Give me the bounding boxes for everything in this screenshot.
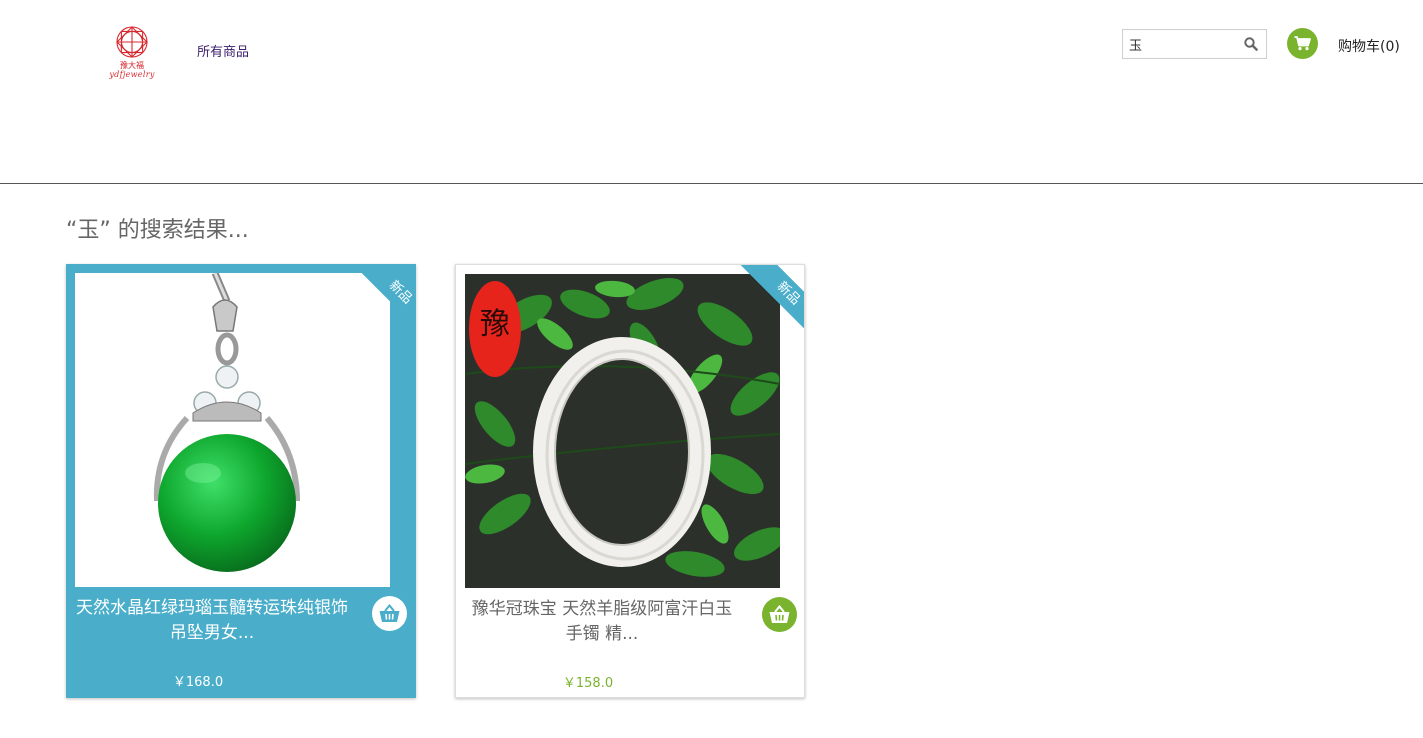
nav-all-products-link[interactable]: 所有商品 [197,41,249,60]
cart-icon [1294,36,1311,51]
logo-brand-text: ydfjewelry [109,70,155,79]
product-name[interactable]: 豫华冠珠宝 天然羊脂级阿富汗白玉手镯 精... [464,597,740,647]
search-input[interactable] [1129,35,1239,53]
product-price: ￥168.0 [172,675,224,690]
cart-count-link[interactable]: 购物车(0) [1338,36,1400,56]
basket-icon [379,604,400,622]
site-header: 豫大福 ydfjewelry 所有商品 购物车(0) [0,0,1423,184]
logo-emblem-icon [116,26,148,58]
product-name[interactable]: 天然水晶红绿玛瑙玉髓转运珠纯银饰吊坠男女... [74,596,350,646]
product-card[interactable]: 豫 新品 豫华冠珠宝 天然羊脂级阿富汗白玉手镯 精... ￥158.0 [455,264,805,698]
new-product-ribbon: 新品 [332,264,416,348]
add-to-cart-button[interactable] [372,596,407,631]
search-results-title: “玉” 的搜索结果... [66,218,249,243]
product-price: ￥158.0 [562,676,614,691]
brand-seal-text: 豫 [480,307,510,342]
product-card[interactable]: 新品 天然水晶红绿玛瑙玉髓转运珠纯银饰吊坠男女... ￥168.0 [66,264,416,698]
search-icon[interactable] [1244,37,1258,51]
basket-icon [769,605,790,623]
search-box [1122,29,1267,59]
site-logo[interactable]: 豫大福 ydfjewelry [104,26,160,86]
new-product-ribbon: 新品 [720,265,804,349]
cart-button[interactable] [1287,28,1318,59]
add-to-cart-button[interactable] [762,597,797,632]
